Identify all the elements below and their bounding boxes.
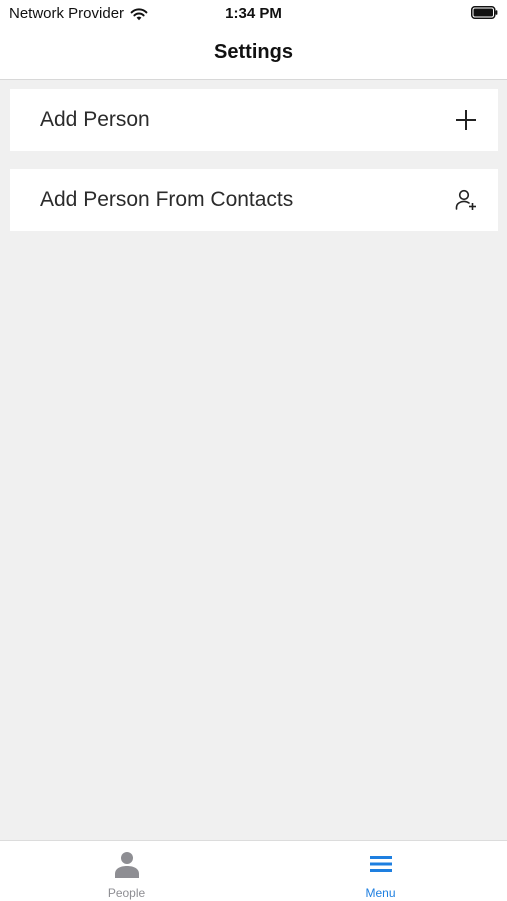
status-time: 1:34 PM: [225, 5, 282, 22]
page-title: Settings: [214, 41, 293, 63]
person-add-icon: [455, 189, 476, 210]
add-person-from-contacts-row[interactable]: Add Person From Contacts: [10, 169, 498, 231]
add-person-label: Add Person: [40, 108, 150, 131]
battery-icon: [471, 6, 498, 19]
menu-icon: [369, 856, 392, 872]
tab-people[interactable]: People: [0, 841, 253, 901]
status-bar: Network Provider 1:34 PM: [0, 0, 507, 28]
navigation-bar: Settings: [0, 28, 507, 80]
tab-menu[interactable]: Menu: [254, 841, 507, 901]
tab-bar: People Menu: [0, 840, 507, 901]
person-icon: [114, 852, 139, 878]
add-person-row[interactable]: Add Person: [10, 89, 498, 151]
tab-menu-label: Menu: [365, 886, 396, 900]
add-person-from-contacts-label: Add Person From Contacts: [40, 188, 294, 211]
plus-icon: [456, 110, 476, 130]
tab-people-label: People: [107, 886, 146, 900]
